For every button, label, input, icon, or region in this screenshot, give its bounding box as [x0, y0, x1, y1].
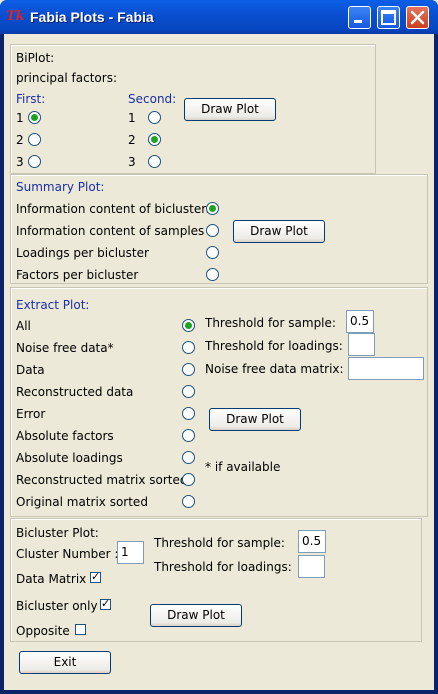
- noise-free-matrix-input[interactable]: [348, 357, 424, 380]
- second-option-label: 1: [128, 111, 136, 125]
- extract-option-label: Reconstructed data: [16, 385, 134, 399]
- extract-radio-abs-loadings[interactable]: [182, 451, 195, 464]
- close-button[interactable]: [406, 6, 429, 29]
- maximize-button[interactable]: [377, 6, 400, 29]
- bicluster-threshold-sample-label: Threshold for sample:: [154, 536, 285, 550]
- extract-radio-recon-sorted[interactable]: [182, 473, 195, 486]
- biplot-draw-button[interactable]: Draw Plot: [184, 98, 276, 121]
- summary-radio-factors[interactable]: [206, 268, 219, 281]
- extract-radio-error[interactable]: [182, 407, 195, 420]
- extract-footnote: * if available: [205, 460, 281, 474]
- extract-option-label: Noise free data*: [16, 341, 114, 355]
- data-matrix-checkbox[interactable]: [90, 570, 101, 583]
- first-option-label: 1: [16, 111, 24, 125]
- second-option-label: 3: [128, 155, 136, 169]
- extract-radio-reconstructed[interactable]: [182, 385, 195, 398]
- extract-option-label: Absolute loadings: [16, 451, 123, 465]
- second-label: Second:: [128, 92, 177, 106]
- extract-option-label: Absolute factors: [16, 429, 114, 443]
- summary-radio-info-samples[interactable]: [206, 224, 219, 237]
- noise-free-matrix-label: Noise free data matrix:: [205, 362, 344, 376]
- close-icon: [410, 10, 425, 25]
- summary-option-label: Information content of samples: [16, 224, 205, 238]
- first-radio-2[interactable]: [28, 133, 41, 146]
- titlebar[interactable]: Tk Fabia Plots - Fabia: [0, 0, 438, 34]
- second-radio-2[interactable]: [148, 133, 161, 146]
- second-radio-1[interactable]: [148, 111, 161, 124]
- summary-draw-button[interactable]: Draw Plot: [233, 220, 325, 243]
- first-option-label: 2: [16, 133, 24, 147]
- second-radio-3[interactable]: [148, 155, 161, 168]
- extract-radio-data[interactable]: [182, 363, 195, 376]
- summary-option-label: Factors per bicluster: [16, 268, 139, 282]
- bicluster-threshold-sample-input[interactable]: 0.5: [298, 530, 326, 553]
- extract-option-label: Original matrix sorted: [16, 495, 148, 509]
- extract-option-label: Reconstructed matrix sorted: [16, 473, 188, 487]
- app-window: Tk Fabia Plots - Fabia BiPlot: principal…: [0, 0, 438, 694]
- first-label: First:: [16, 92, 46, 106]
- bicluster-group: Bicluster Plot: Cluster Number : 1 Data …: [10, 518, 422, 642]
- extract-radio-noise-free[interactable]: [182, 341, 195, 354]
- window-title: Fabia Plots - Fabia: [30, 9, 154, 25]
- principal-factors-label: principal factors:: [16, 71, 117, 85]
- cluster-number-input[interactable]: 1: [117, 541, 144, 564]
- extract-radio-orig-sorted[interactable]: [182, 495, 195, 508]
- extract-threshold-sample-label: Threshold for sample:: [205, 316, 336, 330]
- extract-option-label: Data: [16, 363, 45, 377]
- client-area: BiPlot: principal factors: First: Second…: [4, 34, 434, 690]
- bicluster-only-label: Bicluster only: [16, 599, 98, 613]
- extract-option-label: Error: [16, 407, 46, 421]
- extract-threshold-sample-input[interactable]: 0.5: [346, 310, 374, 333]
- bicluster-threshold-loadings-input[interactable]: [298, 555, 325, 578]
- summary-radio-info-biclusters[interactable]: [206, 202, 219, 215]
- opposite-checkbox[interactable]: [75, 624, 86, 635]
- biplot-title: BiPlot:: [16, 51, 55, 65]
- opposite-label: Opposite: [16, 624, 70, 638]
- extract-title: Extract Plot:: [16, 298, 90, 312]
- summary-radio-loadings[interactable]: [206, 246, 219, 259]
- summary-title: Summary Plot:: [16, 180, 105, 194]
- extract-option-label: All: [16, 319, 31, 333]
- first-radio-3[interactable]: [28, 155, 41, 168]
- extract-threshold-loadings-label: Threshold for loadings:: [205, 339, 343, 353]
- extract-radio-abs-factors[interactable]: [182, 429, 195, 442]
- cluster-number-label: Cluster Number :: [16, 547, 119, 561]
- first-radio-1[interactable]: [28, 111, 41, 124]
- extract-group: Extract Plot: All Noise free data* Data …: [10, 287, 428, 517]
- tk-app-icon[interactable]: Tk: [6, 9, 26, 25]
- data-matrix-label: Data Matrix: [16, 572, 87, 586]
- extract-draw-button[interactable]: Draw Plot: [209, 408, 301, 431]
- minimize-icon: [354, 20, 362, 23]
- exit-button[interactable]: Exit: [19, 651, 111, 674]
- extract-radio-all[interactable]: [182, 319, 195, 332]
- bicluster-title: Bicluster Plot:: [16, 526, 99, 540]
- summary-option-label: Information content of biclusters: [16, 202, 213, 216]
- bicluster-draw-button[interactable]: Draw Plot: [150, 604, 242, 627]
- summary-group: Summary Plot: Information content of bic…: [10, 174, 428, 284]
- maximize-icon: [381, 10, 396, 25]
- bicluster-only-checkbox[interactable]: [100, 597, 111, 610]
- first-option-label: 3: [16, 155, 24, 169]
- biplot-group: BiPlot: principal factors: First: Second…: [10, 44, 376, 174]
- summary-option-label: Loadings per bicluster: [16, 246, 149, 260]
- extract-threshold-loadings-input[interactable]: [348, 333, 375, 356]
- second-option-label: 2: [128, 133, 136, 147]
- minimize-button[interactable]: [348, 6, 371, 29]
- bicluster-threshold-loadings-label: Threshold for loadings:: [154, 560, 292, 574]
